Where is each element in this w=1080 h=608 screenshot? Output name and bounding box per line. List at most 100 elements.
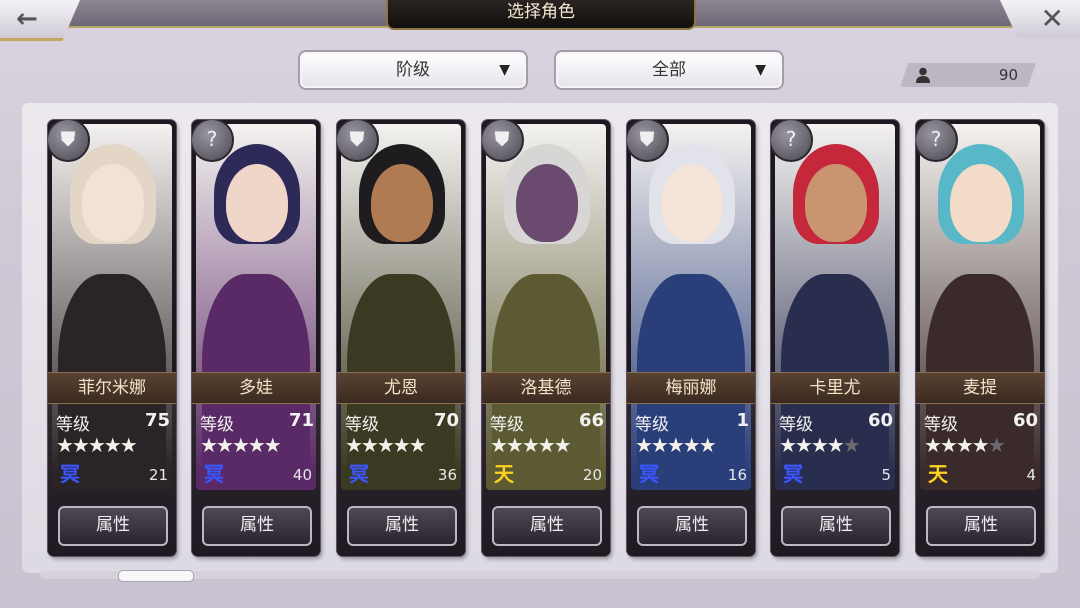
level-label: 等级: [779, 415, 813, 435]
level-value: 60: [1012, 410, 1038, 431]
element-filter-label: 全部: [652, 60, 686, 80]
star-filled-icon: ★★★★: [779, 433, 845, 457]
portrait-face: [516, 164, 578, 242]
star-rating: ★★★★★: [779, 434, 897, 456]
attributes-button[interactable]: 属性: [637, 506, 747, 546]
attributes-button[interactable]: 属性: [347, 506, 457, 546]
star-filled-icon: ★★★★★: [490, 433, 572, 457]
level-row: 等级 70: [345, 410, 459, 435]
level-value: 66: [578, 410, 604, 431]
portrait-face: [661, 164, 723, 242]
close-button[interactable]: ✕: [1000, 0, 1080, 38]
element-icon: 天: [494, 462, 514, 486]
element-icon: 冥: [783, 462, 803, 486]
attributes-button[interactable]: 属性: [926, 506, 1036, 546]
level-label: 等级: [200, 415, 234, 435]
character-card[interactable]: ⛊ 洛基德 等级 66 ★★★★★ 天 20 属性: [482, 120, 610, 556]
star-empty-icon: ★: [842, 433, 861, 457]
level-label: 等级: [924, 415, 958, 435]
level-value: 71: [288, 410, 314, 431]
element-count: 21: [148, 466, 168, 484]
star-filled-icon: ★★★★: [924, 433, 990, 457]
character-name: 洛基德: [482, 372, 610, 404]
level-value: 70: [433, 410, 459, 431]
rank-filter-dropdown[interactable]: 阶级 ▼: [298, 50, 528, 90]
character-card[interactable]: ⛊ 梅丽娜 等级 1 ★★★★★ 冥 16 属性: [627, 120, 755, 556]
star-rating: ★★★★★: [635, 434, 753, 456]
level-label: 等级: [345, 415, 379, 435]
element-icon: 冥: [204, 462, 224, 486]
back-arrow-icon: ←: [16, 4, 38, 34]
element-row: 天 4: [924, 462, 1038, 488]
level-value: 75: [144, 410, 170, 431]
level-row: 等级 71: [200, 410, 314, 435]
level-row: 等级 75: [56, 410, 170, 435]
attributes-button[interactable]: 属性: [492, 506, 602, 546]
character-name: 菲尔米娜: [48, 372, 176, 404]
character-name: 尤恩: [337, 372, 465, 404]
close-icon: ✕: [1040, 2, 1064, 35]
chevron-down-icon: ▼: [755, 62, 766, 78]
character-card[interactable]: ⛊ 尤恩 等级 70 ★★★★★ 冥 36 属性: [337, 120, 465, 556]
portrait-face: [805, 164, 867, 242]
person-icon: [916, 67, 930, 83]
back-button[interactable]: ←: [0, 0, 80, 41]
level-row: 等级 1: [635, 410, 749, 435]
element-count: 36: [437, 466, 457, 484]
attributes-button[interactable]: 属性: [202, 506, 312, 546]
portrait-face: [226, 164, 288, 242]
character-card[interactable]: ? 多娃 等级 71 ★★★★★ 冥 40 属性: [192, 120, 320, 556]
element-row: 冥 16: [635, 462, 749, 488]
element-row: 冥 36: [345, 462, 459, 488]
element-count: 4: [1026, 466, 1036, 484]
star-rating: ★★★★★: [924, 434, 1042, 456]
character-card[interactable]: ? 麦提 等级 60 ★★★★★ 天 4 属性: [916, 120, 1044, 556]
element-icon: 冥: [639, 462, 659, 486]
level-row: 等级 66: [490, 410, 604, 435]
attributes-button[interactable]: 属性: [781, 506, 891, 546]
rank-filter-label: 阶级: [396, 60, 430, 80]
element-count: 16: [727, 466, 747, 484]
portrait-face: [371, 164, 433, 242]
star-rating: ★★★★★: [490, 434, 608, 456]
element-count: 20: [582, 466, 602, 484]
level-value: 60: [867, 410, 893, 431]
star-filled-icon: ★★★★★: [200, 433, 282, 457]
attributes-button[interactable]: 属性: [58, 506, 168, 546]
portrait-face: [950, 164, 1012, 242]
character-name: 梅丽娜: [627, 372, 755, 404]
element-row: 冥 21: [56, 462, 170, 488]
element-row: 冥 5: [779, 462, 893, 488]
roster-count: 90: [900, 63, 1036, 87]
chevron-down-icon: ▼: [499, 62, 510, 78]
character-card[interactable]: ⛊ 菲尔米娜 等级 75 ★★★★★ 冥 21 属性: [48, 120, 176, 556]
star-filled-icon: ★★★★★: [56, 433, 138, 457]
portrait-face: [82, 164, 144, 242]
element-count: 5: [881, 466, 891, 484]
star-filled-icon: ★★★★★: [345, 433, 427, 457]
level-label: 等级: [56, 415, 90, 435]
level-row: 等级 60: [779, 410, 893, 435]
element-row: 天 20: [490, 462, 604, 488]
element-icon: 冥: [349, 462, 369, 486]
character-name: 卡里尤: [771, 372, 899, 404]
element-filter-dropdown[interactable]: 全部 ▼: [554, 50, 784, 90]
element-icon: 冥: [60, 462, 80, 486]
roster-count-value: 90: [998, 66, 1018, 84]
level-row: 等级 60: [924, 410, 1038, 435]
element-row: 冥 40: [200, 462, 314, 488]
star-filled-icon: ★★★★★: [635, 433, 717, 457]
element-count: 40: [292, 466, 312, 484]
character-name: 多娃: [192, 372, 320, 404]
star-rating: ★★★★★: [345, 434, 463, 456]
page-title: 选择角色: [386, 0, 696, 30]
star-rating: ★★★★★: [200, 434, 318, 456]
star-rating: ★★★★★: [56, 434, 174, 456]
element-icon: 天: [928, 462, 948, 486]
level-label: 等级: [635, 415, 669, 435]
character-card[interactable]: ? 卡里尤 等级 60 ★★★★★ 冥 5 属性: [771, 120, 899, 556]
character-name: 麦提: [916, 372, 1044, 404]
level-value: 1: [736, 410, 749, 431]
scrollbar-thumb[interactable]: [118, 570, 194, 582]
level-label: 等级: [490, 415, 524, 435]
